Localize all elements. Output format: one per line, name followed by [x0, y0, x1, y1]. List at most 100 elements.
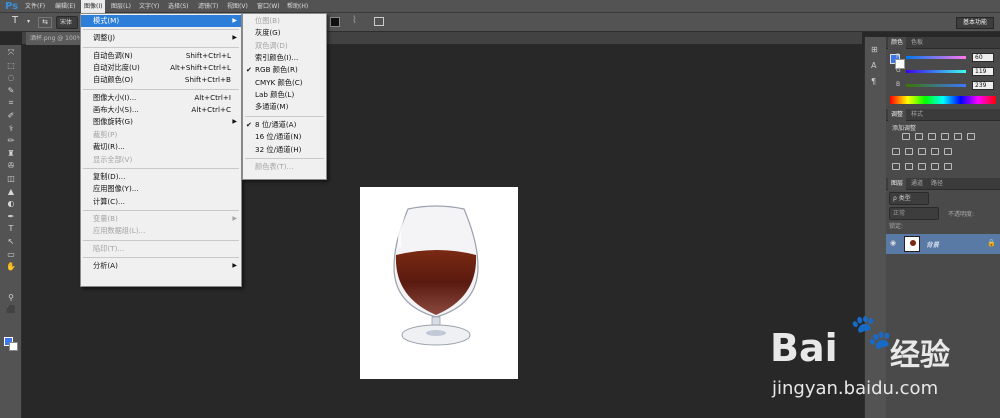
channel-g-value[interactable]: 119: [972, 67, 994, 76]
menu-8[interactable]: 窗口(W): [254, 0, 283, 13]
character-panel-icon[interactable]: A: [871, 61, 876, 70]
healing-brush-icon[interactable]: ⚕: [4, 123, 18, 134]
channel-b-slider[interactable]: [906, 84, 966, 87]
menu-2[interactable]: 图像(I): [81, 0, 106, 13]
color-spectrum-bar[interactable]: [890, 96, 996, 104]
levels-icon[interactable]: [915, 133, 923, 140]
image-menu-item[interactable]: 图像大小(I)... Alt+Ctrl+I: [81, 92, 241, 104]
channel-b-value[interactable]: 239: [972, 81, 994, 90]
history-brush-icon[interactable]: ✇: [4, 160, 18, 171]
path-select-icon[interactable]: ↖: [4, 236, 18, 247]
image-menu-item[interactable]: 调整(J) ▶: [81, 32, 241, 44]
mode-menu-item[interactable]: 灰度(G): [243, 27, 326, 39]
type-tool-icon[interactable]: T: [4, 223, 18, 234]
lasso-tool-icon[interactable]: ◌: [4, 72, 18, 83]
tab-styles[interactable]: 样式: [908, 109, 926, 121]
workspace-button[interactable]: 基本功能: [956, 17, 994, 29]
marquee-tool-icon[interactable]: ⬚: [4, 60, 18, 71]
color-balance-icon[interactable]: [892, 148, 900, 155]
menu-9[interactable]: 帮助(H): [284, 0, 311, 13]
image-menu-item[interactable]: 复制(D)...: [81, 171, 241, 183]
menu-6[interactable]: 滤镜(T): [195, 0, 221, 13]
tab-channels[interactable]: 通道: [908, 178, 926, 190]
panels-toggle-icon[interactable]: [374, 17, 384, 26]
brightness-icon[interactable]: [902, 133, 910, 140]
tab-swatches[interactable]: 色板: [908, 37, 926, 49]
hand-tool-icon[interactable]: ✋: [4, 261, 18, 272]
selective-color-icon[interactable]: [931, 163, 939, 170]
shape-tool-icon[interactable]: ▭: [4, 249, 18, 260]
layer-filter-select[interactable]: ρ 类型: [889, 192, 929, 205]
vibrance-icon[interactable]: [954, 133, 962, 140]
tab-adjustments[interactable]: 调整: [888, 109, 907, 121]
mode-menu-item[interactable]: 索引颜色(I)...: [243, 52, 326, 64]
gradient-map-icon[interactable]: [944, 163, 952, 170]
brush-tool-icon[interactable]: ✏: [4, 135, 18, 146]
eraser-tool-icon[interactable]: ◫: [4, 173, 18, 184]
mode-menu-item[interactable]: RGB 颜色(R) ✔: [243, 64, 326, 76]
tab-paths[interactable]: 路径: [928, 178, 946, 190]
mode-menu-item[interactable]: 8 位/通道(A) ✔: [243, 119, 326, 131]
blend-mode-select[interactable]: 正常: [889, 207, 939, 220]
mode-menu-item[interactable]: 32 位/通道(H): [243, 144, 326, 156]
eyedropper-tool-icon[interactable]: ✐: [4, 110, 18, 121]
menu-3[interactable]: 图层(L): [108, 0, 134, 13]
chevron-down-icon[interactable]: ▾: [27, 18, 30, 25]
image-menu-item[interactable]: 图像旋转(G) ▶: [81, 116, 241, 128]
history-icon[interactable]: ⊞: [871, 45, 878, 54]
crop-tool-icon[interactable]: ⌗: [4, 97, 18, 108]
menu-0[interactable]: 文件(F): [22, 0, 48, 13]
image-menu-item[interactable]: 裁切(R)...: [81, 141, 241, 153]
menu-5[interactable]: 选择(S): [165, 0, 192, 13]
curves-icon[interactable]: [928, 133, 936, 140]
hue-saturation-icon[interactable]: [967, 133, 975, 140]
dodge-tool-icon[interactable]: ◐: [4, 198, 18, 209]
mode-menu-item[interactable]: CMYK 颜色(C): [243, 77, 326, 89]
mode-menu-item[interactable]: 16 位/通道(N): [243, 131, 326, 143]
layer-row-background[interactable]: ◉ 背景 🔒: [886, 234, 1000, 254]
clone-stamp-icon[interactable]: ♜: [4, 148, 18, 159]
channel-g-slider[interactable]: [906, 70, 966, 73]
channel-r-slider[interactable]: [906, 56, 966, 59]
image-menu-item[interactable]: 应用图像(Y)...: [81, 183, 241, 195]
background-color-swatch[interactable]: [9, 342, 18, 351]
quick-select-tool-icon[interactable]: ✎: [4, 85, 18, 96]
tab-color[interactable]: 颜色: [888, 37, 907, 49]
exposure-icon[interactable]: [941, 133, 949, 140]
menu-4[interactable]: 文字(Y): [136, 0, 162, 13]
mode-menu-item[interactable]: Lab 颜色(L): [243, 89, 326, 101]
font-family-select[interactable]: 宋体: [56, 16, 78, 29]
color-lookup-icon[interactable]: [944, 148, 952, 155]
text-color-swatch[interactable]: [330, 17, 340, 27]
image-menu-item[interactable]: 计算(C)...: [81, 196, 241, 208]
invert-icon[interactable]: [892, 163, 900, 170]
image-menu-item[interactable]: 分析(A) ▶: [81, 260, 241, 272]
image-menu-item[interactable]: 自动色调(N) Shift+Ctrl+L: [81, 50, 241, 62]
zoom-tool-icon[interactable]: ⚲: [4, 292, 18, 303]
gradient-tool-icon[interactable]: ▲: [4, 186, 18, 197]
document-tab[interactable]: 酒杯.png @ 100%: [26, 32, 87, 45]
mode-menu-item[interactable]: 多通道(M): [243, 101, 326, 113]
quick-mask-icon[interactable]: ⬛: [4, 304, 18, 315]
photo-filter-icon[interactable]: [918, 148, 926, 155]
black-white-icon[interactable]: [905, 148, 913, 155]
pen-tool-icon[interactable]: ✒: [4, 211, 18, 222]
document-canvas[interactable]: [360, 187, 518, 379]
image-menu-item[interactable]: 模式(M) ▶: [81, 15, 241, 27]
image-menu-item[interactable]: 画布大小(S)... Alt+Ctrl+C: [81, 104, 241, 116]
image-menu-item[interactable]: 自动对比度(U) Alt+Shift+Ctrl+L: [81, 62, 241, 74]
tab-layers[interactable]: 图层: [888, 178, 907, 190]
image-menu-item[interactable]: 自动颜色(O) Shift+Ctrl+B: [81, 74, 241, 86]
warp-text-icon[interactable]: ⌇: [352, 15, 357, 26]
threshold-icon[interactable]: [918, 163, 926, 170]
move-tool-icon[interactable]: ⤧: [4, 47, 18, 58]
menu-1[interactable]: 编辑(E): [52, 0, 78, 13]
channel-mixer-icon[interactable]: [931, 148, 939, 155]
visibility-eye-icon[interactable]: ◉: [890, 239, 896, 247]
posterize-icon[interactable]: [905, 163, 913, 170]
layer-name[interactable]: 背景: [926, 239, 939, 249]
orientation-toggle-icon[interactable]: ⇆: [38, 17, 52, 28]
menu-7[interactable]: 视图(V): [224, 0, 251, 13]
paragraph-panel-icon[interactable]: ¶: [871, 77, 876, 86]
channel-r-value[interactable]: 60: [972, 53, 994, 62]
